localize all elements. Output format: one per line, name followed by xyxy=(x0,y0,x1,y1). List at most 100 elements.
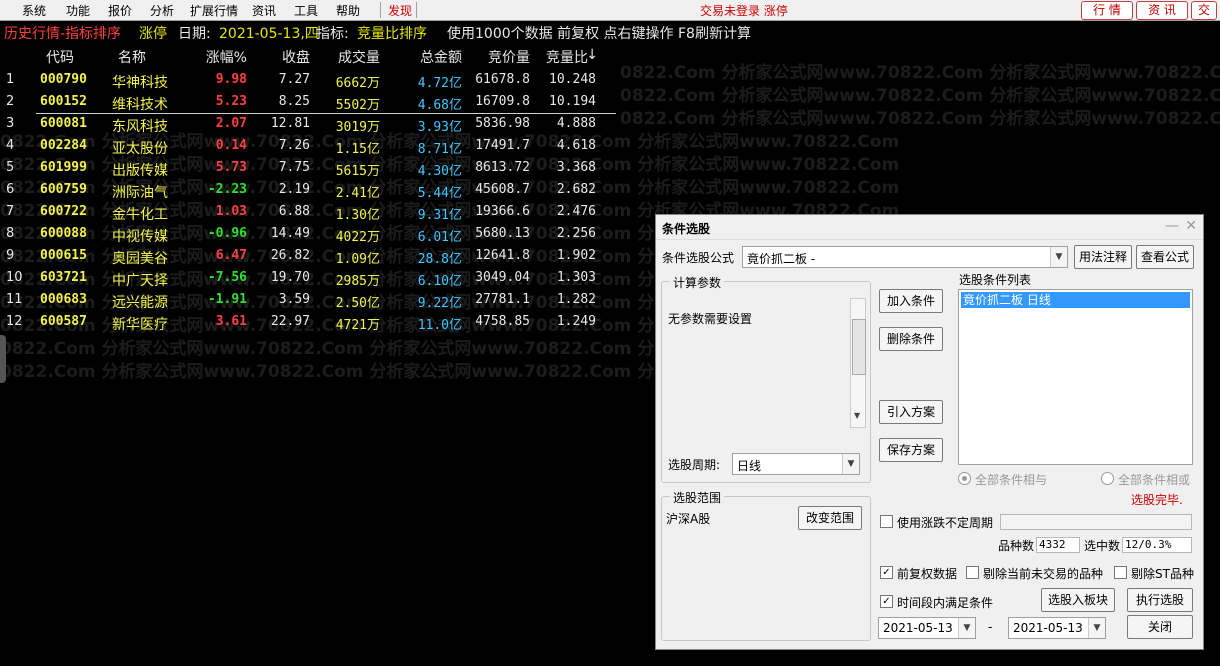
range-input[interactable] xyxy=(1000,514,1192,530)
to-block-button[interactable]: 选股入板块 xyxy=(1041,588,1115,612)
menu-tools[interactable]: 工具 xyxy=(294,2,318,19)
table-row[interactable]: 6 600759 洲际油气 -2.23 2.19 2.41亿 5.44亿 45608.7 2.6… xyxy=(0,179,620,201)
scope-value: 沪深A股 xyxy=(666,512,711,526)
date-to-picker[interactable]: 2021-05-13 ▼ xyxy=(1008,617,1106,639)
excl-untraded-checkbox[interactable] xyxy=(966,566,979,579)
table-row[interactable]: 9 000615 奥园美谷 6.47 26.82 1.09亿 28.8亿 12641.8 1.9… xyxy=(0,245,620,267)
excl-untraded-label: 剔除当前未交易的品种 xyxy=(983,567,1104,581)
menu-help[interactable]: 帮助 xyxy=(336,2,360,19)
news-button[interactable]: 资 讯 xyxy=(1136,1,1188,20)
minimize-icon[interactable]: — xyxy=(1165,218,1179,234)
amount: 9.31亿 xyxy=(417,208,462,223)
close-button[interactable]: 关闭 xyxy=(1127,615,1193,639)
view-formula-button[interactable]: 查看公式 xyxy=(1136,245,1194,269)
row-rank: 11 xyxy=(6,292,23,307)
period-satisfy-checkbox[interactable]: ✓ xyxy=(880,595,893,608)
col-bid-volume[interactable]: 竞价量 xyxy=(488,47,530,67)
params-scrollbar[interactable]: ▼ xyxy=(850,298,866,428)
change-scope-button[interactable]: 改变范围 xyxy=(798,506,862,530)
col-close[interactable]: 收盘 xyxy=(282,47,310,67)
chevron-down-icon: ▼ xyxy=(1088,618,1105,638)
sort-desc-icon: ↓ xyxy=(586,47,598,63)
scroll-down-icon[interactable]: ▼ xyxy=(854,411,860,420)
volume: 5615万 xyxy=(335,164,380,179)
row-rank: 8 xyxy=(6,226,15,241)
volume: 4721万 xyxy=(335,318,380,333)
import-scheme-button[interactable]: 引入方案 xyxy=(879,400,943,424)
stock-name: 中视传媒 xyxy=(112,229,168,245)
col-amount[interactable]: 总金额 xyxy=(420,47,462,67)
table-row[interactable]: 12 600587 新华医疗 3.61 22.97 4721万 11.0亿 4758.85 1.… xyxy=(0,311,620,333)
table-row[interactable]: 4 002284 亚太股份 0.14 7.26 1.15亿 8.71亿 17491.7 4.61… xyxy=(0,135,620,157)
bid-ratio: 1.249 xyxy=(556,314,596,329)
change-pct: 3.61 xyxy=(215,314,247,329)
bid-ratio: 2.476 xyxy=(556,204,596,219)
period-select[interactable]: 日线 ▼ xyxy=(732,453,860,475)
bid-volume: 27781.1 xyxy=(475,292,530,307)
adj-checkbox[interactable]: ✓ xyxy=(880,566,893,579)
dialog-title: 条件选股 xyxy=(662,222,711,236)
table-row[interactable]: 10 603721 中广天择 -7.56 19.70 2985万 6.10亿 3049.04 1… xyxy=(0,267,620,289)
bid-ratio: 1.902 xyxy=(556,248,596,263)
amount: 11.0亿 xyxy=(417,318,462,333)
page-title: 历史行情-指标排序 xyxy=(4,26,122,42)
col-bid-ratio[interactable]: 竞量比 xyxy=(546,47,588,67)
radio-all-or[interactable] xyxy=(1101,472,1114,485)
list-item[interactable]: 竟价抓二板 日线 xyxy=(961,292,1190,308)
scroll-thumb[interactable] xyxy=(852,319,866,375)
save-scheme-button[interactable]: 保存方案 xyxy=(879,438,943,462)
delete-condition-button[interactable]: 删除条件 xyxy=(879,327,943,351)
table-row[interactable]: 11 000683 远兴能源 -1.91 3.59 2.50亿 9.22亿 27781.1 1.… xyxy=(0,289,620,311)
date-value: 2021-05-13,四 xyxy=(219,26,319,42)
col-volume[interactable]: 成交量 xyxy=(338,47,380,67)
side-panel-handle[interactable] xyxy=(0,335,6,383)
date-from-picker[interactable]: 2021-05-13 ▼ xyxy=(878,617,976,639)
condition-list[interactable]: 竟价抓二板 日线 xyxy=(958,289,1193,465)
bid-ratio: 2.682 xyxy=(556,182,596,197)
col-name[interactable]: 名称 xyxy=(118,47,146,67)
table-row[interactable]: 8 600088 中视传媒 -0.96 14.49 4022万 6.01亿 5680.13 2.… xyxy=(0,223,620,245)
trade-button[interactable]: 交 xyxy=(1191,1,1217,20)
col-code[interactable]: 代码 xyxy=(46,47,74,67)
menu-function[interactable]: 功能 xyxy=(66,2,90,19)
table-row[interactable]: 2 600152 维科技术 5.23 8.25 5502万 4.68亿 16709.8 10.1… xyxy=(0,91,620,113)
row-rank: 1 xyxy=(6,72,15,87)
close-icon[interactable]: ✕ xyxy=(1185,218,1197,234)
radio-all-and[interactable] xyxy=(958,472,971,485)
count-label: 品种数 xyxy=(998,539,1035,553)
watermark-text: 0822.Com 分析家公式网www.70822.Com 分析家公式网www.7… xyxy=(620,86,1220,106)
bid-volume: 19366.6 xyxy=(475,204,530,219)
bid-ratio: 4.618 xyxy=(556,138,596,153)
menu-system[interactable]: 系统 xyxy=(22,2,46,19)
table-row[interactable]: 5 601999 出版传媒 5.73 7.75 5615万 4.30亿 8613.72 3.36… xyxy=(0,157,620,179)
stock-code: 600152 xyxy=(40,94,87,109)
run-select-button[interactable]: 执行选股 xyxy=(1127,588,1193,612)
index-value: 竞量比排序 xyxy=(357,26,427,42)
quote-button[interactable]: 行 情 xyxy=(1081,1,1133,20)
radio-all-and-label: 全部条件相与 xyxy=(975,473,1048,487)
menu-find[interactable]: 发现 xyxy=(388,2,412,19)
row-rank: 9 xyxy=(6,248,15,263)
menu-divider xyxy=(380,2,381,18)
col-change[interactable]: 涨幅% xyxy=(206,47,247,67)
volume: 1.09亿 xyxy=(335,252,380,267)
menu-quote[interactable]: 报价 xyxy=(108,2,132,19)
menu-ext-quote[interactable]: 扩展行情 xyxy=(190,2,238,19)
usage-note-button[interactable]: 用法注释 xyxy=(1074,245,1132,269)
table-row[interactable]: 3 600081 东风科技 2.07 12.81 3019万 3.93亿 5836.98 4.8… xyxy=(0,113,620,135)
menu-analysis[interactable]: 分析 xyxy=(150,2,174,19)
amount: 28.8亿 xyxy=(417,252,462,267)
menu-news[interactable]: 资讯 xyxy=(252,2,276,19)
trade-status: 交易未登录 涨停 xyxy=(700,4,788,18)
date-to-value: 2021-05-13 xyxy=(1013,621,1083,635)
condition-stock-dialog: 条件选股 — ✕ 条件选股公式 竟价抓二板 - ▼ 用法注释 查看公式 计算参数… xyxy=(655,214,1204,650)
formula-select[interactable]: 竟价抓二板 - ▼ xyxy=(742,246,1068,268)
add-condition-button[interactable]: 加入条件 xyxy=(879,289,943,313)
table-row[interactable]: 1 000790 华神科技 9.98 7.27 6662万 4.72亿 61678.8 10.2… xyxy=(0,69,620,91)
excl-st-checkbox[interactable] xyxy=(1114,566,1127,579)
use-range-checkbox[interactable] xyxy=(880,515,893,528)
change-pct: 6.47 xyxy=(215,248,247,263)
bid-ratio: 2.256 xyxy=(556,226,596,241)
condition-list-label: 选股条件列表 xyxy=(959,273,1032,287)
table-row[interactable]: 7 600722 金牛化工 1.03 6.88 1.30亿 9.31亿 19366.6 2.47… xyxy=(0,201,620,223)
